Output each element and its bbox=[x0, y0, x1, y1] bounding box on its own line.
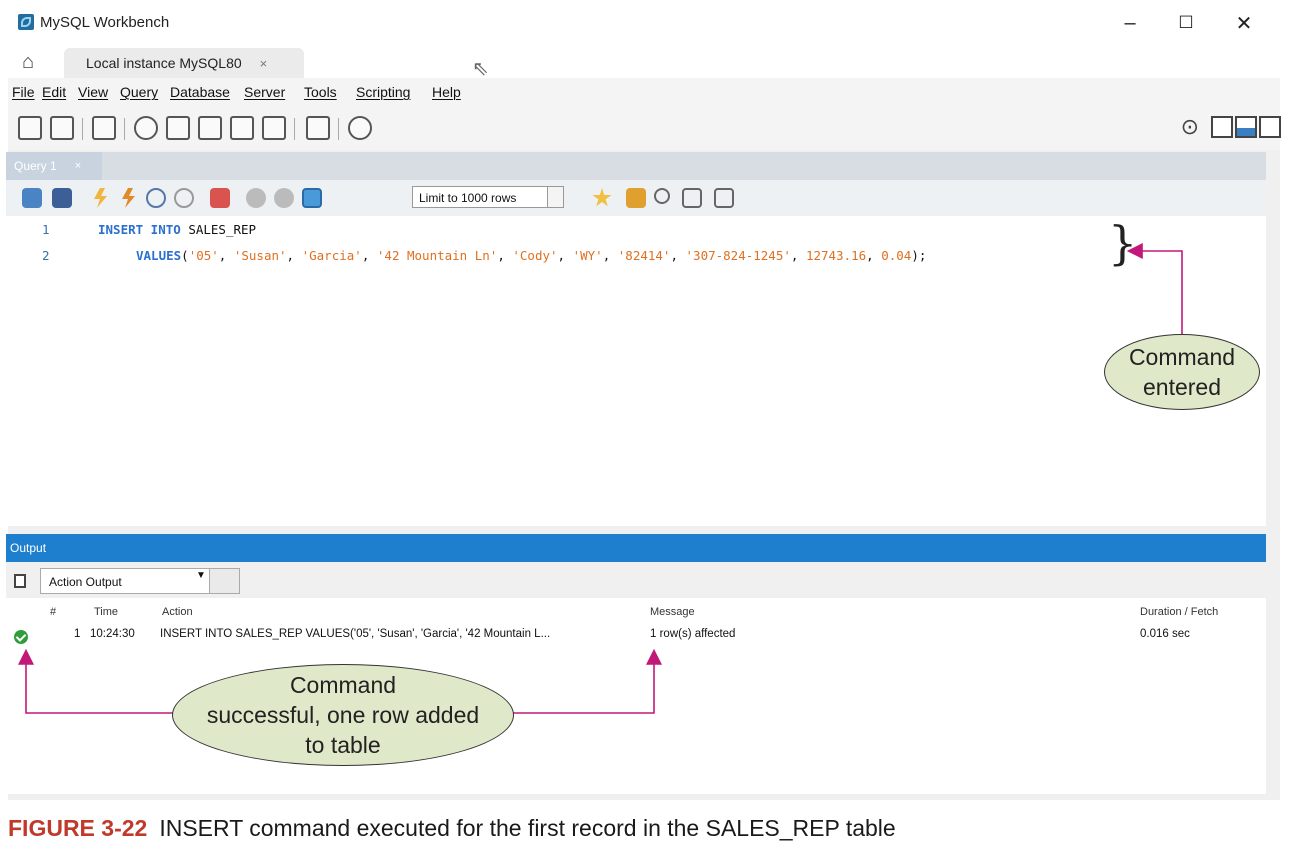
callout-command-entered: Command entered bbox=[1104, 334, 1260, 410]
arrow-to-command bbox=[1126, 243, 1183, 334]
caption-text: INSERT command executed for the first re… bbox=[159, 815, 896, 841]
arrow-to-status bbox=[18, 648, 176, 714]
figure-caption: FIGURE 3-22 INSERT command executed for t… bbox=[8, 815, 896, 842]
arrow-to-message bbox=[508, 648, 662, 714]
callout-command-successful: Command successful, one row added to table bbox=[172, 664, 514, 766]
figure-label: FIGURE 3-22 bbox=[8, 815, 148, 841]
